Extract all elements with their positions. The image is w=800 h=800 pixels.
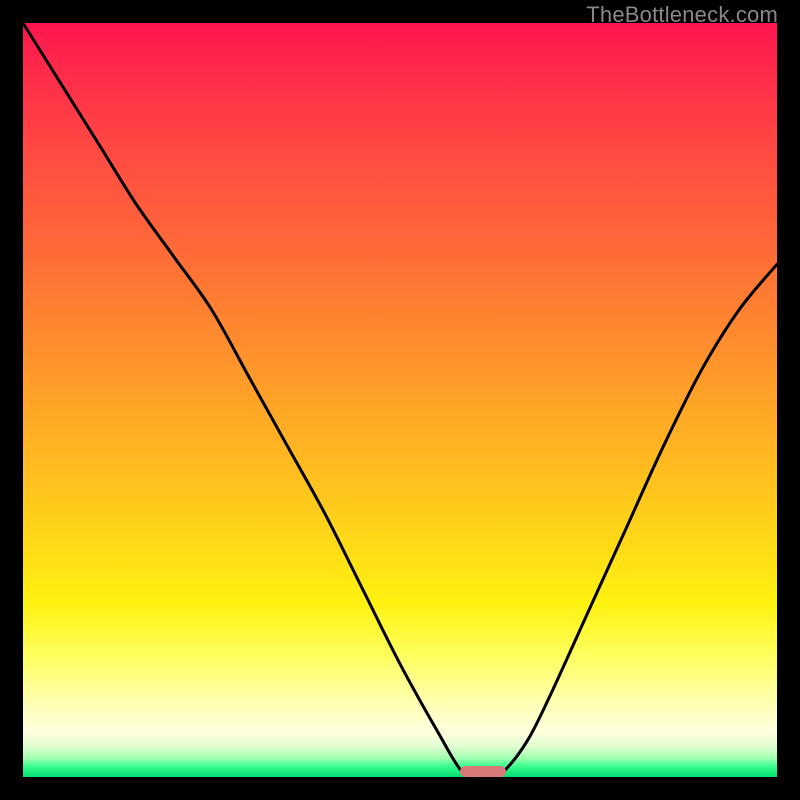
minimum-marker: [460, 766, 505, 777]
watermark-text: TheBottleneck.com: [586, 2, 778, 28]
chart-frame: TheBottleneck.com: [0, 0, 800, 800]
bottleneck-curve: [23, 23, 777, 777]
